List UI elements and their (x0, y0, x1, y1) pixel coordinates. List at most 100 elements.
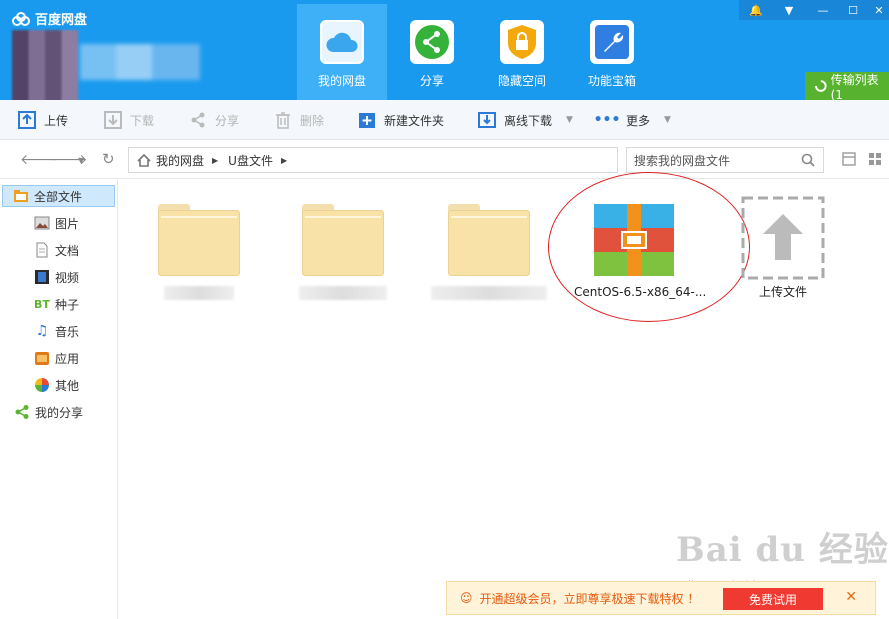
upload-icon (18, 111, 36, 129)
sidebar-item-other[interactable]: 其他 (34, 374, 79, 396)
upload-label: 上传 (44, 113, 69, 128)
close-window-button[interactable]: ✕ (866, 0, 889, 20)
breadcrumb-separator-icon: ▶ (280, 155, 288, 165)
download-label: 下载 (130, 113, 155, 128)
sidebar-item-label: 视频 (55, 270, 80, 285)
tab-label: 我的网盘 (317, 74, 366, 88)
sidebar-item-all-files[interactable]: 全部文件 (2, 185, 115, 207)
folder-icon (448, 204, 530, 276)
sidebar-item-label: 图片 (55, 216, 80, 231)
app-title: 百度网盘 (35, 13, 88, 28)
address-bar: 🡐 🡒 ▼ ↻ 我的网盘 ▶ U盘文件 ▶ 搜索我的网盘文件 (0, 141, 889, 179)
folder-icon (158, 204, 240, 276)
more-dropdown-icon[interactable]: ▼ (664, 115, 671, 125)
folder-item[interactable] (283, 198, 403, 308)
delete-button[interactable]: 删除 (274, 110, 324, 130)
app-icon (34, 350, 50, 366)
sidebar-item-videos[interactable]: 视频 (34, 266, 79, 288)
sidebar-item-label: 应用 (55, 351, 80, 366)
more-label: 更多 (626, 113, 651, 128)
offline-download-dropdown-icon[interactable]: ▼ (566, 115, 573, 125)
vip-promo-banner: ☺ 开通超级会员，立即尊享极速下载特权 ！ 免费试用 ✕ (446, 581, 876, 615)
search-placeholder: 搜索我的网盘文件 (634, 153, 731, 168)
refresh-icon[interactable]: ↻ (102, 150, 115, 168)
breadcrumb: 我的网盘 ▶ U盘文件 ▶ (128, 147, 618, 173)
tab-my-netdisk[interactable]: 我的网盘 (297, 4, 387, 100)
promo-message: 开通超级会员，立即尊享极速下载特权 ！ (479, 591, 700, 606)
breadcrumb-root[interactable]: 我的网盘 (156, 152, 204, 169)
tab-label: 隐藏空间 (497, 74, 546, 88)
more-dots-icon: ••• (593, 112, 621, 128)
other-icon (34, 377, 50, 393)
sidebar-item-label: 音乐 (55, 324, 80, 339)
music-icon: ♫ (35, 323, 49, 339)
document-icon (34, 242, 50, 258)
folder-icon (302, 204, 384, 276)
upload-button[interactable]: 上传 (18, 110, 68, 130)
share-icon (14, 404, 30, 420)
sidebar-item-my-shares[interactable]: 我的分享 (14, 401, 83, 423)
history-dropdown-icon[interactable]: ▼ (78, 156, 84, 165)
search-icon[interactable] (801, 153, 815, 167)
new-folder-icon (358, 111, 376, 129)
sidebar-item-images[interactable]: 图片 (34, 212, 79, 234)
offline-download-icon (478, 111, 496, 129)
wrench-icon (590, 20, 634, 64)
folder-item[interactable] (429, 198, 549, 308)
baidu-cloud-logo-icon (12, 11, 30, 26)
transfer-list-label: 传输列表(1 (830, 72, 879, 102)
more-button[interactable]: ••• 更多 ▼ (593, 110, 671, 130)
close-icon[interactable]: ✕ (845, 589, 857, 605)
sidebar-item-apps[interactable]: 应用 (34, 347, 79, 369)
grid-view-icon[interactable] (868, 152, 882, 166)
tab-label: 功能宝箱 (587, 74, 636, 88)
video-icon (34, 269, 50, 285)
upload-file-label: 上传文件 (758, 285, 807, 299)
tab-label: 分享 (419, 74, 444, 88)
list-view-icon[interactable] (842, 152, 856, 166)
folder-name-blurred (164, 286, 234, 300)
avatar[interactable] (12, 30, 78, 102)
sidebar: 全部文件 图片 文档 视频 BT 种子 ♫ 音乐 应用 其他 我的分享 (0, 180, 118, 619)
red-annotation-circle (548, 172, 750, 322)
upload-arrow-icon (741, 196, 825, 280)
offline-download-button[interactable]: 离线下载 ▼ (478, 110, 573, 130)
search-input[interactable]: 搜索我的网盘文件 (626, 147, 824, 173)
share-icon (410, 20, 454, 64)
toolbar: 上传 下载 分享 删除 新建文件夹 离线下载 ▼ ••• 更多 ▼ (0, 100, 889, 140)
watermark-logo-text: Bai du 经验 (676, 530, 889, 570)
tab-share[interactable]: 分享 (387, 4, 477, 100)
folder-name-blurred (431, 286, 547, 300)
transfer-list-button[interactable]: 传输列表(1 (805, 72, 889, 102)
download-button[interactable]: 下载 (104, 110, 154, 130)
baidu-jingyan-watermark: Bai du 经验 jingyan.baidu.com (676, 522, 889, 591)
sidebar-item-music[interactable]: ♫ 音乐 (34, 320, 79, 342)
new-folder-button[interactable]: 新建文件夹 (358, 110, 444, 130)
trash-icon (274, 111, 292, 129)
sidebar-item-label: 全部文件 (34, 189, 83, 204)
tab-hidden-space[interactable]: 隐藏空间 (477, 4, 567, 100)
menu-dropdown-icon[interactable]: ▼ (776, 0, 802, 20)
upload-file-item[interactable]: 上传文件 (723, 196, 843, 300)
notification-bell-icon[interactable]: 🔔 (743, 0, 769, 20)
maximize-button[interactable]: ☐ (840, 0, 866, 20)
image-icon (34, 215, 50, 231)
tab-toolbox[interactable]: 功能宝箱 (567, 4, 657, 100)
sidebar-item-documents[interactable]: 文档 (34, 239, 79, 261)
free-trial-button[interactable]: 免费试用 (723, 588, 823, 610)
header-bar: 百度网盘 🔔 ▼ — ☐ ✕ 我的网盘 分享 隐藏空间 功能宝箱 传输列表(1 (0, 0, 889, 102)
lock-icon (500, 20, 544, 64)
new-folder-label: 新建文件夹 (384, 113, 445, 128)
breadcrumb-current[interactable]: U盘文件 (228, 152, 273, 169)
username-blurred (80, 44, 200, 80)
home-icon[interactable] (137, 153, 151, 167)
share-icon (189, 111, 207, 129)
sidebar-item-torrents[interactable]: BT 种子 (34, 293, 79, 315)
folder-item[interactable] (139, 198, 259, 308)
sidebar-item-label: 种子 (55, 297, 80, 312)
download-icon (104, 111, 122, 129)
minimize-button[interactable]: — (810, 0, 836, 20)
share-button[interactable]: 分享 (189, 110, 239, 130)
folder-name-blurred (299, 286, 387, 300)
delete-label: 删除 (300, 113, 325, 128)
